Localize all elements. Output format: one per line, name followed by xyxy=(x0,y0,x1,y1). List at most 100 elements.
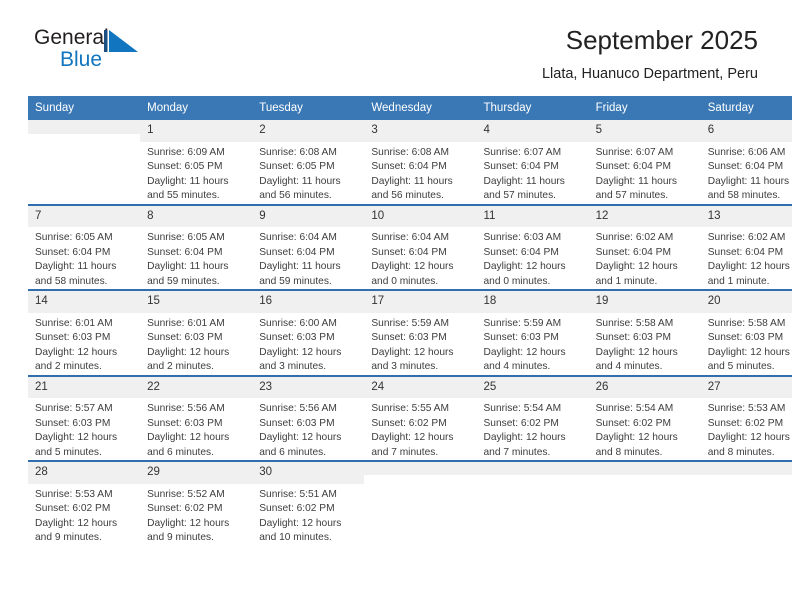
calendar-day-cell[interactable]: 13 Sunrise: 6:02 AM Sunset: 6:04 PM Dayligh… xyxy=(700,203,792,290)
calendar-day-cell[interactable]: 4 Sunrise: 6:07 AM Sunset: 6:04 PM Daylight… xyxy=(476,120,589,204)
day-number: 4 xyxy=(476,120,589,142)
brand-name-blue: Blue xyxy=(60,48,103,71)
day-sun-info: Sunrise: 6:02 AM Sunset: 6:04 PM Daylight:… xyxy=(701,227,792,289)
calendar-day-cell[interactable]: 14 Sunrise: 6:01 AM Sunset: 6:03 PM Dayligh… xyxy=(28,289,141,376)
sunrise-time: Sunrise: 6:04 AM xyxy=(259,232,337,244)
sunset-time: Sunset: 6:03 PM xyxy=(259,332,335,344)
calendar-day-cell[interactable]: 30 Sunrise: 5:51 AM Sunset: 6:02 PM Dayligh… xyxy=(252,460,365,546)
daylight-duration-line2: and 57 minutes. xyxy=(483,190,557,202)
triangle-logo-icon xyxy=(104,30,138,52)
day-sun-info: Sunrise: 5:56 AM Sunset: 6:03 PM Daylight:… xyxy=(140,398,252,460)
daylight-duration-line2: and 56 minutes. xyxy=(371,190,444,202)
day-sun-info: Sunrise: 5:53 AM Sunset: 6:02 PM Daylight:… xyxy=(28,484,140,546)
weekday-header-friday: Friday xyxy=(588,95,701,121)
sunrise-time: Sunrise: 5:53 AM xyxy=(707,403,786,415)
daylight-duration-line2: and 56 minutes. xyxy=(259,190,332,202)
calendar-day-cell[interactable]: 20 Sunrise: 5:58 AM Sunset: 6:03 PM Dayligh… xyxy=(700,289,792,376)
day-number xyxy=(364,461,477,476)
calendar-day-cell[interactable]: 12 Sunrise: 6:02 AM Sunset: 6:04 PM Dayligh… xyxy=(588,203,701,290)
calendar-day-cell[interactable]: 10 Sunrise: 6:04 AM Sunset: 6:04 PM Dayligh… xyxy=(364,203,477,290)
day-sun-info: Sunrise: 5:54 AM Sunset: 6:02 PM Daylight:… xyxy=(589,398,701,460)
daylight-duration-line1: Daylight: 12 hours xyxy=(483,432,566,444)
calendar-day-cell[interactable]: 25 Sunrise: 5:54 AM Sunset: 6:02 PM Dayligh… xyxy=(476,374,589,461)
daylight-duration-line2: and 57 minutes. xyxy=(595,190,669,202)
sunrise-time: Sunrise: 5:59 AM xyxy=(371,317,449,329)
calendar-day-cell[interactable]: 27 Sunrise: 5:53 AM Sunset: 6:02 PM Dayligh… xyxy=(700,374,792,461)
calendar-week-row: 14 Sunrise: 6:01 AM Sunset: 6:03 PM Dayligh… xyxy=(28,289,792,376)
calendar-day-cell[interactable]: 11 Sunrise: 6:03 AM Sunset: 6:04 PM Dayligh… xyxy=(476,203,589,290)
daylight-duration-line2: and 7 minutes. xyxy=(483,446,551,458)
daylight-duration-line1: Daylight: 11 hours xyxy=(483,175,565,187)
calendar-day-cell-empty xyxy=(364,460,477,546)
sunset-time: Sunset: 6:02 PM xyxy=(147,503,223,515)
day-number: 28 xyxy=(28,461,141,484)
daylight-duration-line1: Daylight: 12 hours xyxy=(35,346,118,358)
daylight-duration-line1: Daylight: 12 hours xyxy=(259,517,342,529)
daylight-duration-line1: Daylight: 11 hours xyxy=(259,175,341,187)
daylight-duration-line2: and 2 minutes. xyxy=(35,361,102,373)
calendar-day-cell[interactable]: 7 Sunrise: 6:05 AM Sunset: 6:04 PM Daylight… xyxy=(28,203,141,290)
daylight-duration-line2: and 8 minutes. xyxy=(595,446,663,458)
day-sun-info: Sunrise: 5:56 AM Sunset: 6:03 PM Daylight:… xyxy=(252,398,364,460)
daylight-duration-line2: and 4 minutes. xyxy=(595,361,663,373)
sunrise-time: Sunrise: 6:02 AM xyxy=(707,232,786,244)
calendar-day-cell[interactable]: 19 Sunrise: 5:58 AM Sunset: 6:03 PM Dayligh… xyxy=(588,289,701,376)
sunrise-time: Sunrise: 6:07 AM xyxy=(483,146,562,158)
calendar-day-cell[interactable]: 28 Sunrise: 5:53 AM Sunset: 6:02 PM Dayligh… xyxy=(28,460,141,546)
calendar-day-cell[interactable]: 23 Sunrise: 5:56 AM Sunset: 6:03 PM Dayligh… xyxy=(252,374,365,461)
day-number xyxy=(700,461,792,476)
day-sun-info: Sunrise: 5:57 AM Sunset: 6:03 PM Daylight:… xyxy=(28,398,140,460)
sunset-time: Sunset: 6:02 PM xyxy=(595,417,671,429)
calendar-day-cell[interactable]: 8 Sunrise: 6:05 AM Sunset: 6:04 PM Daylight… xyxy=(140,203,253,290)
calendar-day-cell[interactable]: 6 Sunrise: 6:06 AM Sunset: 6:04 PM Daylight… xyxy=(700,120,792,204)
sunrise-time: Sunrise: 6:01 AM xyxy=(147,317,225,329)
calendar-day-cell[interactable]: 29 Sunrise: 5:52 AM Sunset: 6:02 PM Dayligh… xyxy=(140,460,253,546)
calendar-day-cell[interactable]: 5 Sunrise: 6:07 AM Sunset: 6:04 PM Daylight… xyxy=(588,120,701,204)
title-block: September 2025 Llata, Huanuco Department… xyxy=(164,25,758,82)
daylight-duration-line1: Daylight: 12 hours xyxy=(259,432,342,444)
sunrise-time: Sunrise: 5:59 AM xyxy=(483,317,562,329)
sunset-time: Sunset: 6:04 PM xyxy=(483,246,559,258)
daylight-duration-line2: and 0 minutes. xyxy=(483,275,551,287)
calendar-day-cell[interactable]: 9 Sunrise: 6:04 AM Sunset: 6:04 PM Daylight… xyxy=(252,203,365,290)
calendar-day-cell-empty xyxy=(700,460,792,546)
sunset-time: Sunset: 6:02 PM xyxy=(707,417,784,429)
calendar-day-cell-empty xyxy=(588,460,701,546)
daylight-duration-line1: Daylight: 12 hours xyxy=(483,346,566,358)
sunset-time: Sunset: 6:03 PM xyxy=(259,417,335,429)
day-sun-info: Sunrise: 5:55 AM Sunset: 6:02 PM Daylight:… xyxy=(364,398,476,460)
day-sun-info: Sunrise: 5:58 AM Sunset: 6:03 PM Daylight:… xyxy=(701,313,792,375)
daylight-duration-line1: Daylight: 12 hours xyxy=(595,261,678,273)
day-number: 21 xyxy=(28,375,141,399)
calendar-day-cell[interactable]: 18 Sunrise: 5:59 AM Sunset: 6:03 PM Dayligh… xyxy=(476,289,589,376)
daylight-duration-line2: and 9 minutes. xyxy=(35,532,102,544)
calendar-day-cell[interactable]: 26 Sunrise: 5:54 AM Sunset: 6:02 PM Dayligh… xyxy=(588,374,701,461)
sunrise-time: Sunrise: 5:54 AM xyxy=(595,403,674,415)
calendar-day-cell[interactable]: 1 Sunrise: 6:09 AM Sunset: 6:05 PM Daylight… xyxy=(140,120,253,204)
calendar-day-cell[interactable]: 2 Sunrise: 6:08 AM Sunset: 6:05 PM Daylight… xyxy=(252,120,365,204)
sunset-time: Sunset: 6:02 PM xyxy=(483,417,559,429)
day-number: 20 xyxy=(700,290,792,313)
calendar-day-cell[interactable]: 17 Sunrise: 5:59 AM Sunset: 6:03 PM Dayligh… xyxy=(364,289,477,376)
sunrise-time: Sunrise: 6:09 AM xyxy=(147,146,225,158)
daylight-duration-line2: and 58 minutes. xyxy=(35,275,108,287)
calendar-day-cell[interactable]: 15 Sunrise: 6:01 AM Sunset: 6:03 PM Dayligh… xyxy=(140,289,253,376)
daylight-duration-line2: and 55 minutes. xyxy=(147,190,220,202)
day-number: 29 xyxy=(140,461,253,484)
day-number xyxy=(588,461,701,476)
sunrise-time: Sunrise: 5:57 AM xyxy=(35,403,113,415)
day-sun-info: Sunrise: 6:07 AM Sunset: 6:04 PM Daylight:… xyxy=(477,142,589,204)
day-sun-info: Sunrise: 6:05 AM Sunset: 6:04 PM Daylight:… xyxy=(140,227,252,289)
daylight-duration-line2: and 9 minutes. xyxy=(147,532,214,544)
sunset-time: Sunset: 6:02 PM xyxy=(35,503,111,515)
calendar-day-cell[interactable]: 24 Sunrise: 5:55 AM Sunset: 6:02 PM Dayligh… xyxy=(364,374,477,461)
sunset-time: Sunset: 6:03 PM xyxy=(35,332,111,344)
daylight-duration-line2: and 58 minutes. xyxy=(707,190,781,202)
calendar-day-cell[interactable]: 21 Sunrise: 5:57 AM Sunset: 6:03 PM Dayligh… xyxy=(28,374,141,461)
daylight-duration-line2: and 8 minutes. xyxy=(707,446,775,458)
sunset-time: Sunset: 6:04 PM xyxy=(259,246,335,258)
calendar-day-cell[interactable]: 3 Sunrise: 6:08 AM Sunset: 6:04 PM Daylight… xyxy=(364,120,477,204)
daylight-duration-line1: Daylight: 11 hours xyxy=(371,175,453,187)
calendar-day-cell[interactable]: 16 Sunrise: 6:00 AM Sunset: 6:03 PM Dayligh… xyxy=(252,289,365,376)
calendar-day-cell[interactable]: 22 Sunrise: 5:56 AM Sunset: 6:03 PM Dayligh… xyxy=(140,374,253,461)
